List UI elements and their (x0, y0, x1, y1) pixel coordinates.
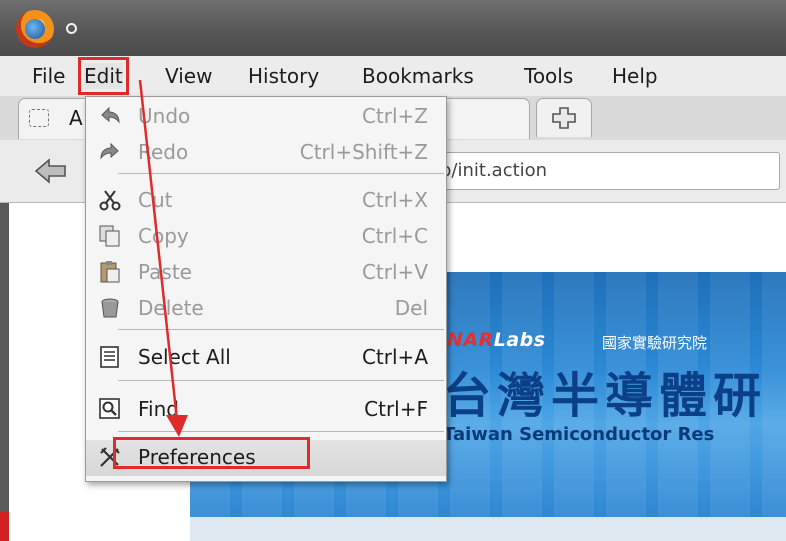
find-icon (99, 398, 120, 419)
paste-icon (100, 261, 120, 283)
menu-item-redo[interactable]: Redo Ctrl+Shift+Z (86, 135, 446, 169)
menu-bookmarks[interactable]: Bookmarks (362, 63, 474, 89)
title-bar (0, 0, 786, 56)
new-tab-button[interactable] (536, 98, 592, 137)
menu-item-delete[interactable]: Delete Del (86, 291, 446, 325)
select-all-icon (100, 346, 119, 368)
menu-help[interactable]: Help (612, 63, 658, 89)
address-text: p/init.action (440, 160, 548, 181)
menu-tools[interactable]: Tools (524, 63, 573, 89)
window-left-edge (0, 203, 9, 541)
menu-item-paste[interactable]: Paste Ctrl+V (86, 255, 446, 289)
scissors-icon (99, 190, 121, 211)
back-arrow-icon[interactable] (34, 157, 68, 185)
menu-bar: File Edit View History Bookmarks Tools H… (0, 56, 786, 96)
page-favicon-icon (29, 109, 49, 127)
menu-view[interactable]: View (165, 63, 212, 89)
menu-item-select-all[interactable]: Select All Ctrl+A (86, 340, 446, 374)
window-indicator-icon (66, 23, 77, 34)
undo-icon (101, 106, 120, 124)
plus-icon (552, 107, 576, 129)
menu-file[interactable]: File (32, 63, 65, 89)
menu-edit[interactable]: Edit (78, 57, 129, 95)
menu-separator (118, 329, 444, 330)
menu-separator (118, 380, 444, 381)
banner-footer (190, 517, 786, 541)
banner-title-english: Taiwan Semiconductor Res (443, 424, 715, 445)
firefox-logo-icon (16, 10, 54, 48)
menu-item-cut[interactable]: Cut Ctrl+X (86, 183, 446, 217)
banner-title-chinese: 台灣半導體研 (443, 368, 768, 424)
trash-icon (101, 298, 119, 318)
copy-icon (99, 225, 120, 247)
preferences-highlight-box (113, 437, 310, 469)
menu-item-find[interactable]: Find Ctrl+F (86, 392, 446, 426)
menu-separator (118, 173, 444, 174)
tab-title: A (69, 106, 83, 130)
menu-item-undo[interactable]: Undo Ctrl+Z (86, 99, 446, 133)
narlabs-logo: NARLabs (447, 329, 546, 351)
red-edge-marker (0, 512, 9, 541)
menu-item-copy[interactable]: Copy Ctrl+C (86, 219, 446, 253)
menu-separator (118, 431, 444, 432)
edit-menu-popup: Undo Ctrl+Z Redo Ctrl+Shift+Z Cut Ctrl+X… (85, 96, 447, 482)
menu-history[interactable]: History (248, 63, 319, 89)
redo-icon (100, 142, 119, 160)
org-name-chinese: 國家實驗研究院 (602, 334, 708, 352)
